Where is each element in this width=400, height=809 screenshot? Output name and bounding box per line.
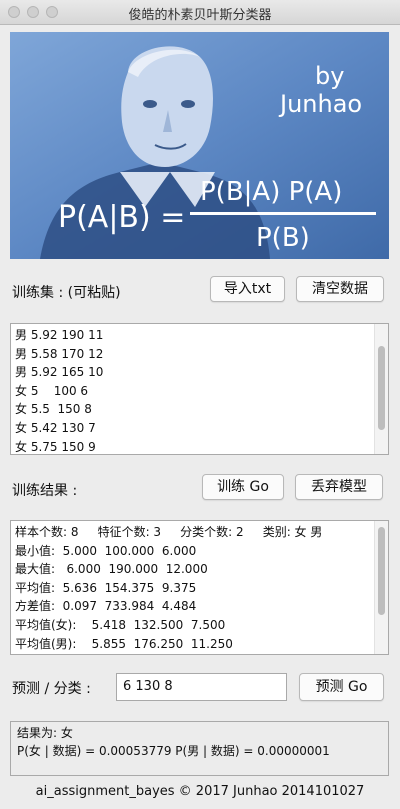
training-data-line: 男 5.58 170 12: [15, 346, 104, 361]
training-data-line: 男 5.92 190 11: [15, 328, 104, 342]
training-result-line: 样本个数: 8 特征个数: 3 分类个数: 2 类别: 女 男: [15, 525, 323, 539]
bayes-banner-image: by Junhao P(A|B) = P(B|A) P(A) P(B): [10, 32, 389, 259]
banner-author-text: Junhao: [278, 90, 362, 118]
discard-model-button[interactable]: 丢弃模型: [295, 474, 383, 500]
formula-numerator-text: P(B|A) P(A): [200, 177, 342, 207]
prediction-result-text: 结果为: 女: [17, 726, 73, 740]
window-title: 俊皓的朴素贝叶斯分类器: [128, 8, 272, 23]
training-data-line: 女 5.5 150 8: [15, 402, 92, 417]
training-result-line: 最大值: 6.000 190.000 12.000: [15, 562, 208, 577]
formula-denominator-text: P(B): [256, 223, 310, 253]
training-result-line: 平均值(女): 5.418 132.500 7.500: [15, 617, 226, 632]
training-result-line: 最小值: 5.000 100.000 6.000: [15, 543, 197, 558]
formula-left-text: P(A|B) =: [58, 200, 185, 235]
prediction-probability-text: P(女 | 数据) = 0.00053779 P(男 | 数据) = 0.000…: [17, 744, 330, 758]
training-data-textarea[interactable]: 男 5.92 190 11 男 5.58 170 12 男 5.92 165 10 女…: [10, 323, 389, 455]
banner-by-text: by: [315, 62, 344, 90]
training-data-line: 女 5 100 6: [15, 383, 89, 398]
prediction-output-box: 结果为: 女 P(女 | 数据) = 0.00053779 P(男 | 数据) …: [10, 721, 389, 776]
scrollbar-thumb[interactable]: [378, 346, 385, 430]
training-set-label: 训练集 : (可粘贴): [12, 285, 121, 301]
train-go-button[interactable]: 训练 Go: [202, 474, 284, 500]
training-data-line: 女 5.42 130 7: [15, 420, 96, 435]
predict-label: 预测 / 分类 :: [12, 681, 91, 697]
training-result-lines: 样本个数: 8 特征个数: 3 分类个数: 2 类别: 女 男最小值: 5.00…: [11, 521, 388, 653]
training-data-scrollbar[interactable]: [374, 324, 388, 454]
training-result-line: 平均值: 5.636 154.375 9.375: [15, 580, 197, 595]
training-result-line: 方差值: 0.097 733.984 4.484: [15, 599, 197, 614]
predict-go-button[interactable]: 预测 Go: [299, 673, 384, 701]
training-result-scrollbar[interactable]: [374, 521, 388, 654]
training-data-line: 男 5.92 165 10: [15, 365, 104, 380]
formula-fraction-bar: [190, 212, 376, 215]
training-data-lines: 男 5.92 190 11 男 5.58 170 12 男 5.92 165 10 女…: [11, 324, 388, 454]
predict-input[interactable]: 6 130 8: [116, 673, 287, 701]
title-bar: 俊皓的朴素贝叶斯分类器: [0, 0, 400, 25]
footer-copyright: ai_assignment_bayes © 2017 Junhao 201410…: [35, 784, 365, 799]
training-result-line: 平均值(男): 5.855 176.250 11.250: [15, 636, 233, 651]
training-result-textarea[interactable]: 样本个数: 8 特征个数: 3 分类个数: 2 类别: 女 男最小值: 5.00…: [10, 520, 389, 655]
training-data-line: 女 5.75 150 9: [15, 439, 96, 454]
training-result-label: 训练结果 :: [12, 483, 78, 499]
import-txt-button[interactable]: 导入txt: [210, 276, 285, 302]
scrollbar-thumb[interactable]: [378, 527, 385, 615]
clear-data-button[interactable]: 清空数据: [296, 276, 384, 302]
